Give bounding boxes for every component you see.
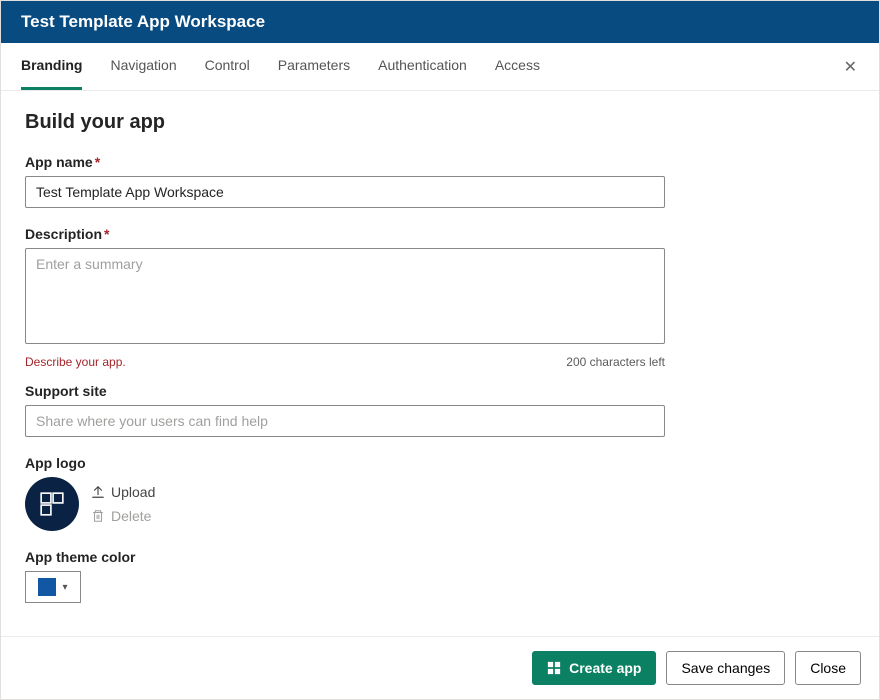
save-changes-label: Save changes [681,660,770,676]
trash-icon [91,509,105,523]
dialog-header: Test Template App Workspace [1,1,879,43]
required-asterisk: * [95,154,100,170]
upload-logo-button[interactable]: Upload [91,484,155,500]
delete-label: Delete [111,508,151,524]
app-logo-preview [25,477,79,531]
app-logo-icon [39,491,65,517]
dialog-title: Test Template App Workspace [21,12,265,31]
color-swatch [38,578,56,596]
content-area: Build your app App name* Description* De… [1,91,879,636]
tab-navigation[interactable]: Navigation [110,43,176,90]
theme-color-label: App theme color [25,549,855,565]
close-label: Close [810,660,846,676]
dialog-footer: Create app Save changes Close [1,636,879,699]
theme-color-picker[interactable]: ▾ [25,571,81,603]
create-app-button[interactable]: Create app [532,651,656,685]
delete-logo-button: Delete [91,508,155,524]
save-changes-button[interactable]: Save changes [666,651,785,685]
app-logo-label: App logo [25,455,855,471]
description-counter: 200 characters left [566,355,665,369]
close-icon[interactable]: ✕ [844,57,857,77]
close-button[interactable]: Close [795,651,861,685]
app-name-label: App name* [25,154,855,170]
tab-control[interactable]: Control [205,43,250,90]
upload-icon [91,485,105,499]
tab-access[interactable]: Access [495,43,540,90]
create-app-label: Create app [569,660,641,676]
tab-branding[interactable]: Branding [21,43,82,90]
description-label: Description* [25,226,855,242]
section-title: Build your app [25,111,855,134]
tab-authentication[interactable]: Authentication [378,43,467,90]
tabs-row: Branding Navigation Control Parameters A… [1,43,879,91]
app-name-input[interactable] [25,176,665,208]
description-error: Describe your app. [25,355,126,369]
description-hints: Describe your app. 200 characters left [25,355,665,369]
app-grid-icon [547,661,561,675]
support-site-label: Support site [25,383,855,399]
required-asterisk: * [104,226,109,242]
description-input[interactable] [25,248,665,344]
upload-label: Upload [111,484,155,500]
support-site-input[interactable] [25,405,665,437]
chevron-down-icon: ▾ [62,582,67,593]
tab-parameters[interactable]: Parameters [278,43,350,90]
